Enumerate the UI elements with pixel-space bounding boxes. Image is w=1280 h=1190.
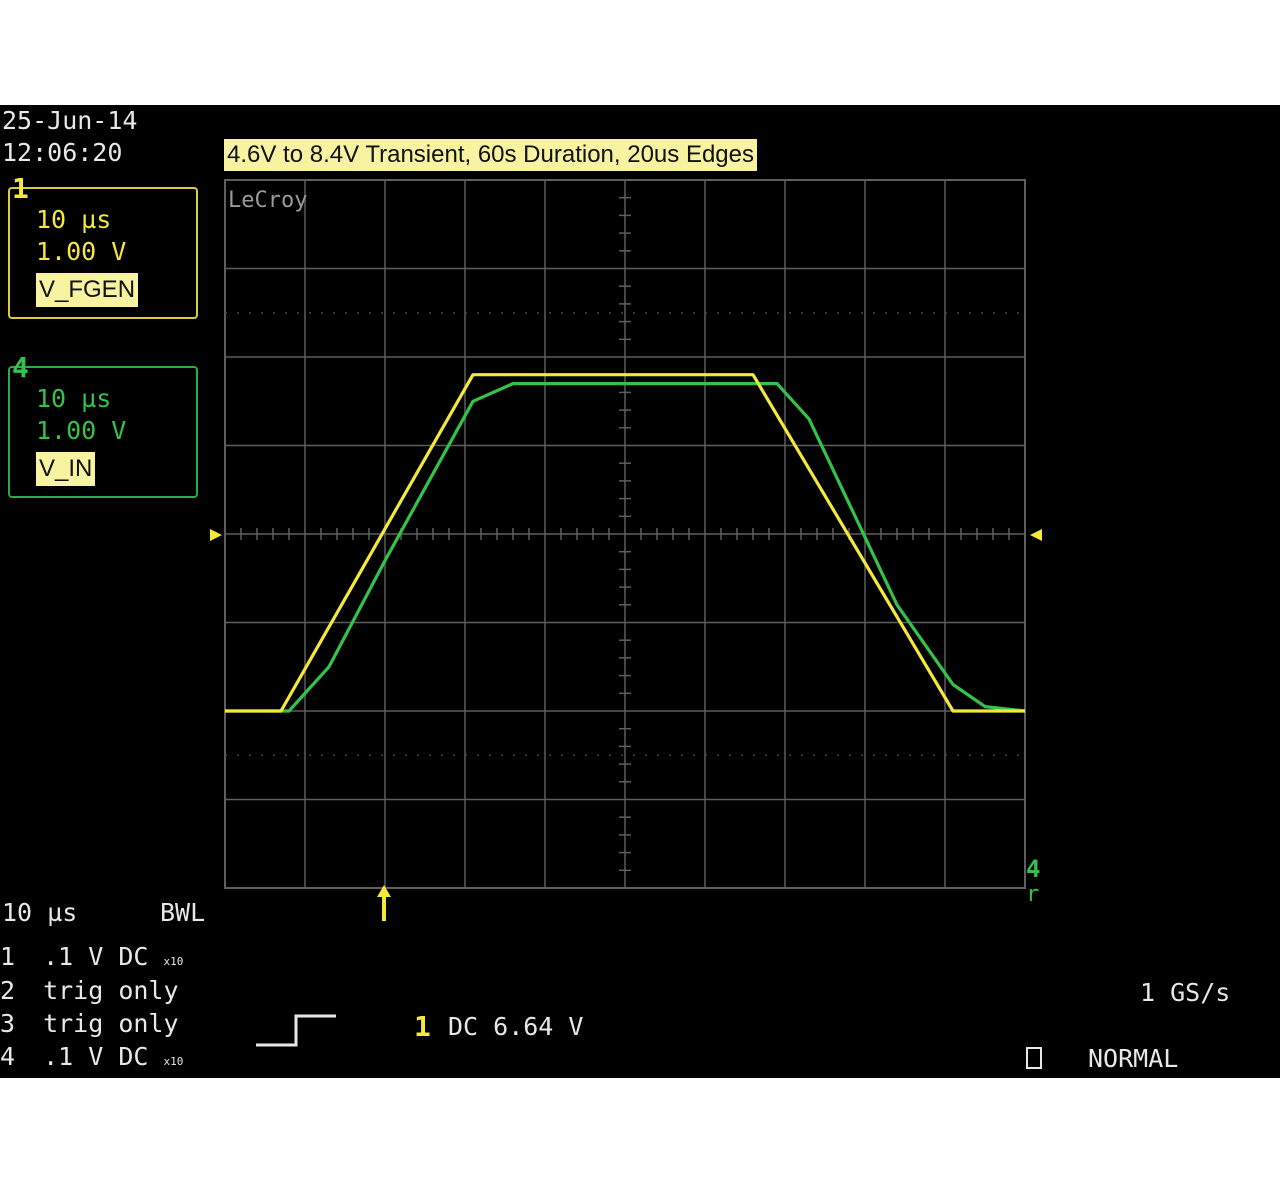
status-row-text: trig only <box>43 1009 179 1038</box>
status-row-suffix: x10 <box>163 955 184 968</box>
status-row-1[interactable]: 1 .1 V DC x10 <box>0 941 183 978</box>
sample-rate: 1 GS/s <box>1140 978 1231 1007</box>
status-row-suffix: x10 <box>163 1055 184 1068</box>
trigger-level-left-marker[interactable] <box>210 529 222 541</box>
status-row-4[interactable]: 4 .1 V DC x10 <box>0 1041 183 1078</box>
brand-watermark: LeCroy <box>228 188 307 213</box>
waveform-display[interactable]: LeCroy 4 r <box>0 105 1280 1078</box>
status-row-number: 3 <box>0 1009 16 1038</box>
status-row-text: .1 V DC <box>43 942 149 971</box>
status-row-number: 2 <box>0 976 16 1005</box>
trigger-level-readout[interactable]: DC 6.64 V <box>448 1011 583 1043</box>
trigger-source-channel: 1 <box>414 1010 431 1043</box>
graticule-grid <box>224 179 1026 889</box>
status-row-3[interactable]: 3 trig only <box>0 1008 179 1040</box>
status-row-number: 4 <box>0 1042 16 1071</box>
status-timebase: 10 µs <box>2 898 78 927</box>
status-bwl: BWL <box>160 898 206 927</box>
trigger-mode[interactable]: NORMAL <box>1088 1043 1178 1075</box>
status-row-number: 1 <box>0 942 16 971</box>
trigger-level-right-marker[interactable] <box>1030 529 1042 541</box>
acquisition-indicator-icon <box>1026 1047 1042 1069</box>
trigger-position-arrow[interactable] <box>377 885 391 921</box>
status-row-2[interactable]: 2 trig only <box>0 975 179 1007</box>
channel-4-ground-marker: 4 <box>1026 855 1040 883</box>
oscilloscope-screen: 25-Jun-14 12:06:20 4.6V to 8.4V Transien… <box>0 105 1280 1078</box>
channel-4-ref-marker: r <box>1026 882 1039 907</box>
trigger-slope-icon <box>256 1014 336 1047</box>
status-row-text: trig only <box>43 976 179 1005</box>
status-row-text: .1 V DC <box>43 1042 149 1071</box>
